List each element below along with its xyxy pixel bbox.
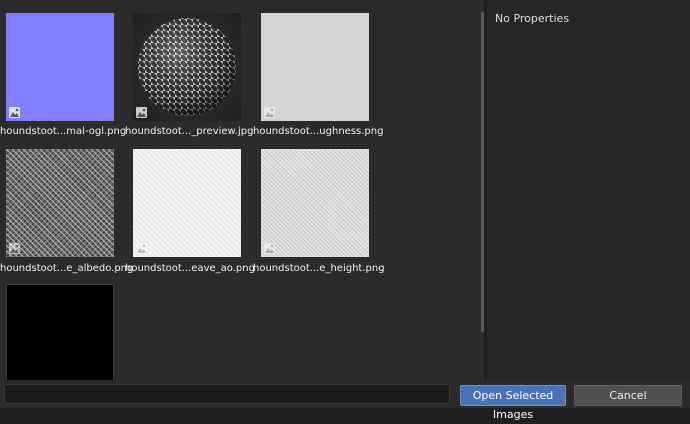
file-label: houndstoot...mal-ogl.png xyxy=(0,126,127,137)
image-icon xyxy=(9,243,20,254)
image-icon xyxy=(136,243,147,254)
image-icon xyxy=(264,107,275,118)
thumbnail-albedo[interactable] xyxy=(6,149,114,257)
thumbnail-height[interactable] xyxy=(261,149,369,257)
file-label: houndstoot...eave_ao.png xyxy=(125,263,255,274)
image-icon xyxy=(264,243,275,254)
scrollbar[interactable] xyxy=(481,12,484,332)
file-label: houndstoot...ughness.png xyxy=(253,126,384,137)
path-input[interactable] xyxy=(4,384,450,404)
cancel-button[interactable]: Cancel xyxy=(574,385,682,406)
file-label: houndstoot..._preview.jpg xyxy=(125,126,254,137)
thumbnail-ao[interactable] xyxy=(133,149,241,257)
thumbnail-black[interactable] xyxy=(6,284,114,380)
no-properties-text: No Properties xyxy=(495,12,570,25)
properties-panel: No Properties xyxy=(486,0,690,380)
image-icon xyxy=(136,107,147,118)
thumbnail-normal[interactable] xyxy=(6,13,114,121)
file-label: houndstoot...e_albedo.png xyxy=(0,263,134,274)
image-icon xyxy=(9,107,20,118)
thumbnail-roughness[interactable] xyxy=(261,13,369,121)
file-grid: houndstoot...mal-ogl.png houndstoot..._p… xyxy=(0,0,484,380)
file-label: houndstoot...e_height.png xyxy=(253,263,385,274)
open-selected-images-button[interactable]: Open Selected Images xyxy=(460,385,566,421)
footer-bar: Open Selected Images Cancel xyxy=(0,380,690,421)
thumbnail-preview[interactable] xyxy=(133,13,241,121)
